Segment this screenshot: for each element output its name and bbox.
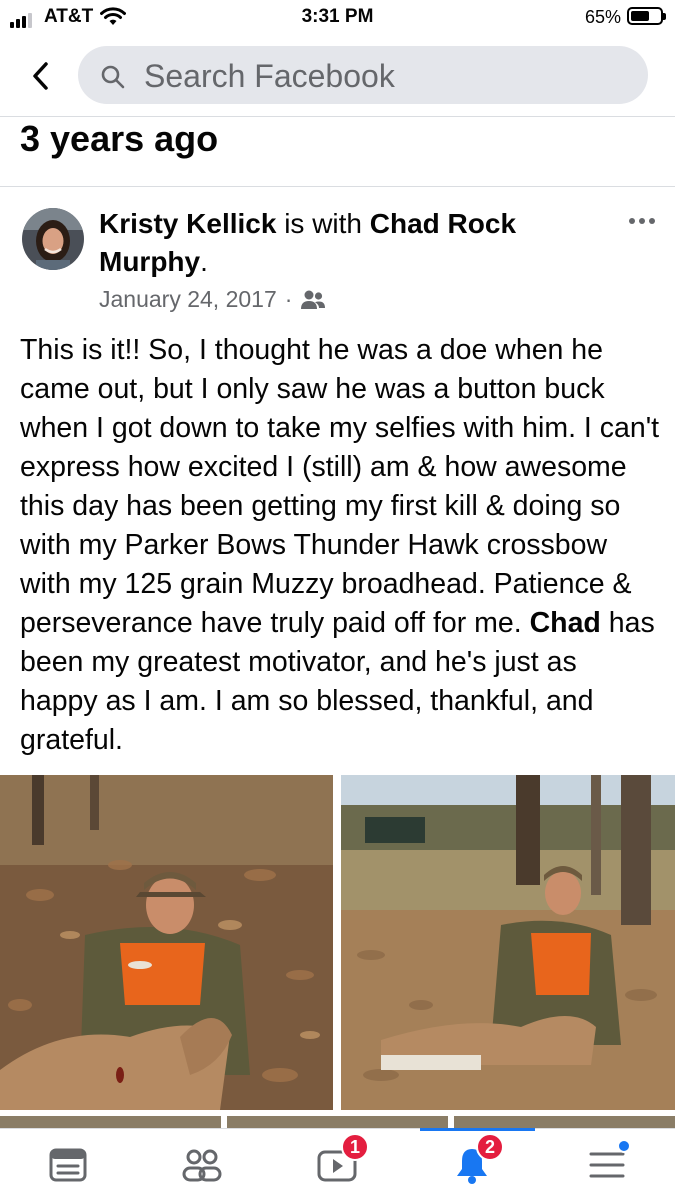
battery-level (631, 11, 649, 21)
news-feed-icon (49, 1148, 87, 1182)
search-placeholder: Search Facebook (144, 58, 395, 94)
post-header: Kristy Kellick is with Chad Rock Murphy. (99, 205, 599, 281)
notifications-badge: 2 (476, 1133, 504, 1161)
avatar[interactable] (22, 208, 84, 270)
tab-friends[interactable] (172, 1141, 232, 1189)
menu-notification-dot (617, 1139, 631, 1153)
tab-menu[interactable] (577, 1139, 637, 1189)
friends-icon (182, 1149, 222, 1182)
post-date[interactable]: January 24, 2017 (99, 286, 277, 313)
post-photo[interactable] (341, 775, 675, 1110)
active-tab-indicator (420, 1128, 535, 1131)
divider (0, 186, 675, 187)
friends-audience-icon (301, 290, 326, 309)
more-options-button[interactable] (629, 218, 655, 224)
post-meta: January 24, 2017 · (99, 286, 326, 313)
tab-notifications[interactable]: 2 (442, 1133, 504, 1189)
tab-news-feed[interactable] (38, 1141, 98, 1189)
back-button[interactable] (22, 56, 58, 96)
author-name-link[interactable]: Kristy Kellick (99, 208, 276, 239)
tab-watch[interactable]: 1 (307, 1133, 369, 1189)
battery-icon (627, 7, 666, 25)
meta-separator: · (284, 286, 293, 312)
mention-link[interactable]: Chad (530, 607, 601, 639)
clock: 3:31 PM (301, 6, 374, 27)
menu-icon (589, 1152, 625, 1178)
search-input[interactable]: Search Facebook (78, 46, 648, 104)
battery-percent: 65% (584, 7, 621, 27)
watch-badge: 1 (341, 1133, 369, 1161)
divider (0, 116, 675, 117)
status-bar: AT&T 3:31 PM 65% (0, 0, 675, 36)
post-photo[interactable] (0, 775, 333, 1110)
with-text: is with (276, 208, 370, 239)
section-title: 3 years ago (20, 118, 219, 159)
header-period: . (200, 246, 208, 277)
search-icon (101, 65, 125, 89)
post-text-part: This is it!! So, I thought he was a doe … (20, 334, 660, 639)
bottom-tab-bar: 1 2 (0, 1128, 675, 1200)
more-photos-strip[interactable] (0, 1116, 675, 1128)
post-text: This is it!! So, I thought he was a doe … (20, 331, 660, 760)
chevron-left-icon (33, 62, 48, 90)
